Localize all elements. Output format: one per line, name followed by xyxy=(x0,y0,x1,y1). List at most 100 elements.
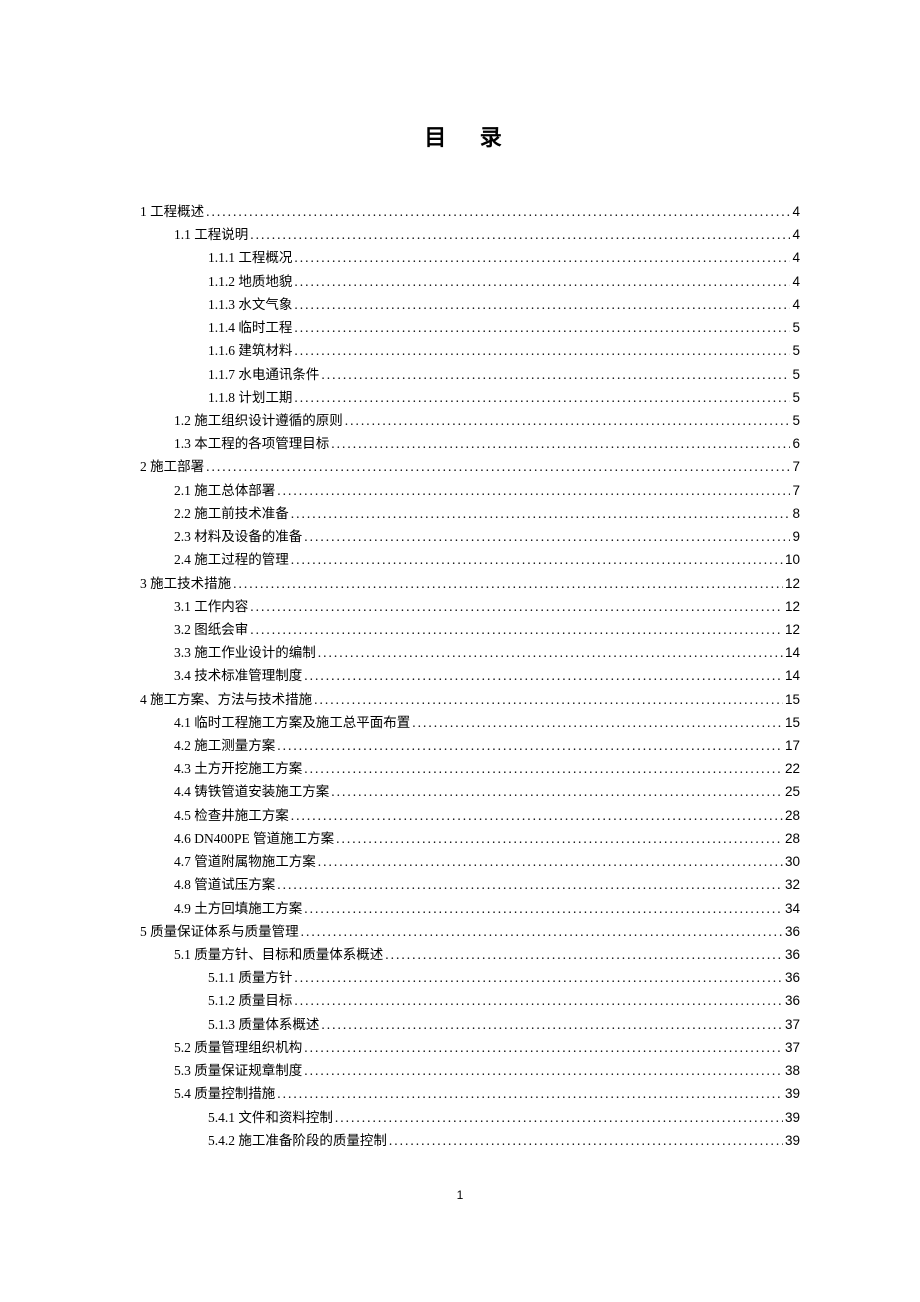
toc-entry-page: 39 xyxy=(785,1129,800,1152)
toc-dots xyxy=(277,1082,783,1105)
toc-entry-page: 36 xyxy=(785,920,800,943)
toc-entry-label: 5.3 质量保证规章制度 xyxy=(174,1059,302,1082)
toc-dots xyxy=(233,572,783,595)
toc-dots xyxy=(389,1129,783,1152)
toc-entry-label: 5.1 质量方针、目标和质量体系概述 xyxy=(174,943,383,966)
toc-entry-label: 1 工程概述 xyxy=(140,200,204,223)
toc-dots xyxy=(294,966,783,989)
toc-entry: 2.3 材料及设备的准备9 xyxy=(174,525,800,548)
toc-entry: 3.3 施工作业设计的编制14 xyxy=(174,641,800,664)
toc-entry-page: 10 xyxy=(785,548,800,571)
toc-dots xyxy=(301,920,783,943)
toc-entry: 1.1.4 临时工程5 xyxy=(208,316,800,339)
toc-dots xyxy=(291,804,783,827)
toc-entry: 5 质量保证体系与质量管理36 xyxy=(140,920,800,943)
toc-entry-page: 5 xyxy=(792,316,800,339)
toc-entry-label: 1.1.3 水文气象 xyxy=(208,293,292,316)
toc-dots xyxy=(318,641,783,664)
toc-entry-label: 2.3 材料及设备的准备 xyxy=(174,525,302,548)
toc-entry-page: 28 xyxy=(785,804,800,827)
toc-dots xyxy=(277,734,783,757)
toc-entry: 4.3 土方开挖施工方案22 xyxy=(174,757,800,780)
toc-entry-page: 15 xyxy=(785,688,800,711)
page-number: 1 xyxy=(457,1188,464,1202)
toc-entry-page: 32 xyxy=(785,873,800,896)
toc-entry: 5.4.1 文件和资料控制39 xyxy=(208,1106,800,1129)
toc-entry: 2.2 施工前技术准备8 xyxy=(174,502,800,525)
toc-entry-label: 1.1.2 地质地貌 xyxy=(208,270,292,293)
toc-entry-page: 12 xyxy=(785,618,800,641)
toc-entry-label: 4.3 土方开挖施工方案 xyxy=(174,757,302,780)
toc-entry: 5.2 质量管理组织机构 37 xyxy=(174,1036,800,1059)
toc-entry: 1.1.6 建筑材料5 xyxy=(208,339,800,362)
toc-entry-page: 39 xyxy=(785,1106,800,1129)
toc-entry: 4.9 土方回填施工方案34 xyxy=(174,897,800,920)
toc-entry-label: 2.4 施工过程的管理 xyxy=(174,548,289,571)
toc-dots xyxy=(304,525,790,548)
toc-entry-page: 38 xyxy=(785,1059,800,1082)
toc-entry-page: 12 xyxy=(785,572,800,595)
toc-dots xyxy=(336,827,783,850)
toc-entry-label: 1.3 本工程的各项管理目标 xyxy=(174,432,329,455)
toc-entry-label: 2 施工部署 xyxy=(140,455,204,478)
toc-entry-page: 30 xyxy=(785,850,800,873)
toc-entry: 3.2 图纸会审 12 xyxy=(174,618,800,641)
toc-dots xyxy=(294,339,790,362)
toc-entry-page: 14 xyxy=(785,664,800,687)
toc-entry-page: 34 xyxy=(785,897,800,920)
toc-entry-label: 1.1.7 水电通讯条件 xyxy=(208,363,319,386)
toc-dots xyxy=(331,780,783,803)
toc-list: 1 工程概述41.1 工程说明41.1.1 工程概况41.1.2 地质地貌41.… xyxy=(140,200,800,1152)
toc-entry-label: 3.3 施工作业设计的编制 xyxy=(174,641,316,664)
toc-entry: 4.7 管道附属物施工方案30 xyxy=(174,850,800,873)
document-page: 目 录 1 工程概述 4 1.1 工程说明 4 1.1.1 工程概况 4 1.1.2 地质地… xyxy=(0,0,920,1192)
toc-entry-page: 6 xyxy=(792,432,800,455)
toc-entry-label: 4.8 管道试压方案 xyxy=(174,873,275,896)
toc-dots xyxy=(321,1013,783,1036)
toc-entry-label: 3.2 图纸会审 xyxy=(174,618,248,641)
toc-entry-page: 36 xyxy=(785,943,800,966)
toc-entry-page: 5 xyxy=(792,363,800,386)
toc-dots xyxy=(412,711,783,734)
toc-entry-label: 5.4.2 施工准备阶段的质量控制 xyxy=(208,1129,387,1152)
toc-entry: 4.2 施工测量方案17 xyxy=(174,734,800,757)
toc-entry: 1.1 工程说明 4 xyxy=(174,223,800,246)
toc-entry-label: 5.1.3 质量体系概述 xyxy=(208,1013,319,1036)
toc-entry-page: 37 xyxy=(785,1036,800,1059)
toc-entry: 5.1 质量方针、目标和质量体系概述 36 xyxy=(174,943,800,966)
toc-dots xyxy=(385,943,783,966)
toc-entry: 3.4 技术标准管理制度14 xyxy=(174,664,800,687)
toc-dots xyxy=(304,1059,783,1082)
toc-entry-label: 1.1 工程说明 xyxy=(174,223,248,246)
toc-entry-page: 4 xyxy=(792,293,800,316)
toc-entry: 2.1 施工总体部署7 xyxy=(174,479,800,502)
toc-entry-label: 4.1 临时工程施工方案及施工总平面布置 xyxy=(174,711,410,734)
toc-entry-page: 7 xyxy=(792,455,800,478)
toc-entry: 4.5 检查井施工方案28 xyxy=(174,804,800,827)
toc-entry: 1.1.3 水文气象 4 xyxy=(208,293,800,316)
toc-dots xyxy=(294,316,790,339)
toc-entry-label: 1.1.1 工程概况 xyxy=(208,246,292,269)
toc-entry: 3 施工技术措施 12 xyxy=(140,572,800,595)
toc-entry-label: 2.2 施工前技术准备 xyxy=(174,502,289,525)
toc-dots xyxy=(345,409,791,432)
toc-dots xyxy=(250,223,790,246)
toc-dots xyxy=(318,850,783,873)
toc-entry-label: 1.2 施工组织设计遵循的原则 xyxy=(174,409,343,432)
toc-entry-page: 4 xyxy=(792,223,800,246)
toc-entry: 4.4 铸铁管道安装施工方案25 xyxy=(174,780,800,803)
toc-entry-page: 39 xyxy=(785,1082,800,1105)
toc-entry-label: 3 施工技术措施 xyxy=(140,572,231,595)
toc-dots xyxy=(304,1036,783,1059)
toc-entry: 1.1.8 计划工期5 xyxy=(208,386,800,409)
toc-dots xyxy=(335,1106,783,1129)
toc-entry-label: 5.2 质量管理组织机构 xyxy=(174,1036,302,1059)
toc-entry: 4.8 管道试压方案 32 xyxy=(174,873,800,896)
toc-title: 目 录 xyxy=(140,120,800,152)
toc-dots xyxy=(321,363,790,386)
toc-entry-page: 12 xyxy=(785,595,800,618)
toc-entry: 5.1.3 质量体系概述37 xyxy=(208,1013,800,1036)
toc-entry-page: 4 xyxy=(792,270,800,293)
toc-dots xyxy=(206,455,790,478)
toc-entry-label: 4.6 DN400PE 管道施工方案 xyxy=(174,827,334,850)
